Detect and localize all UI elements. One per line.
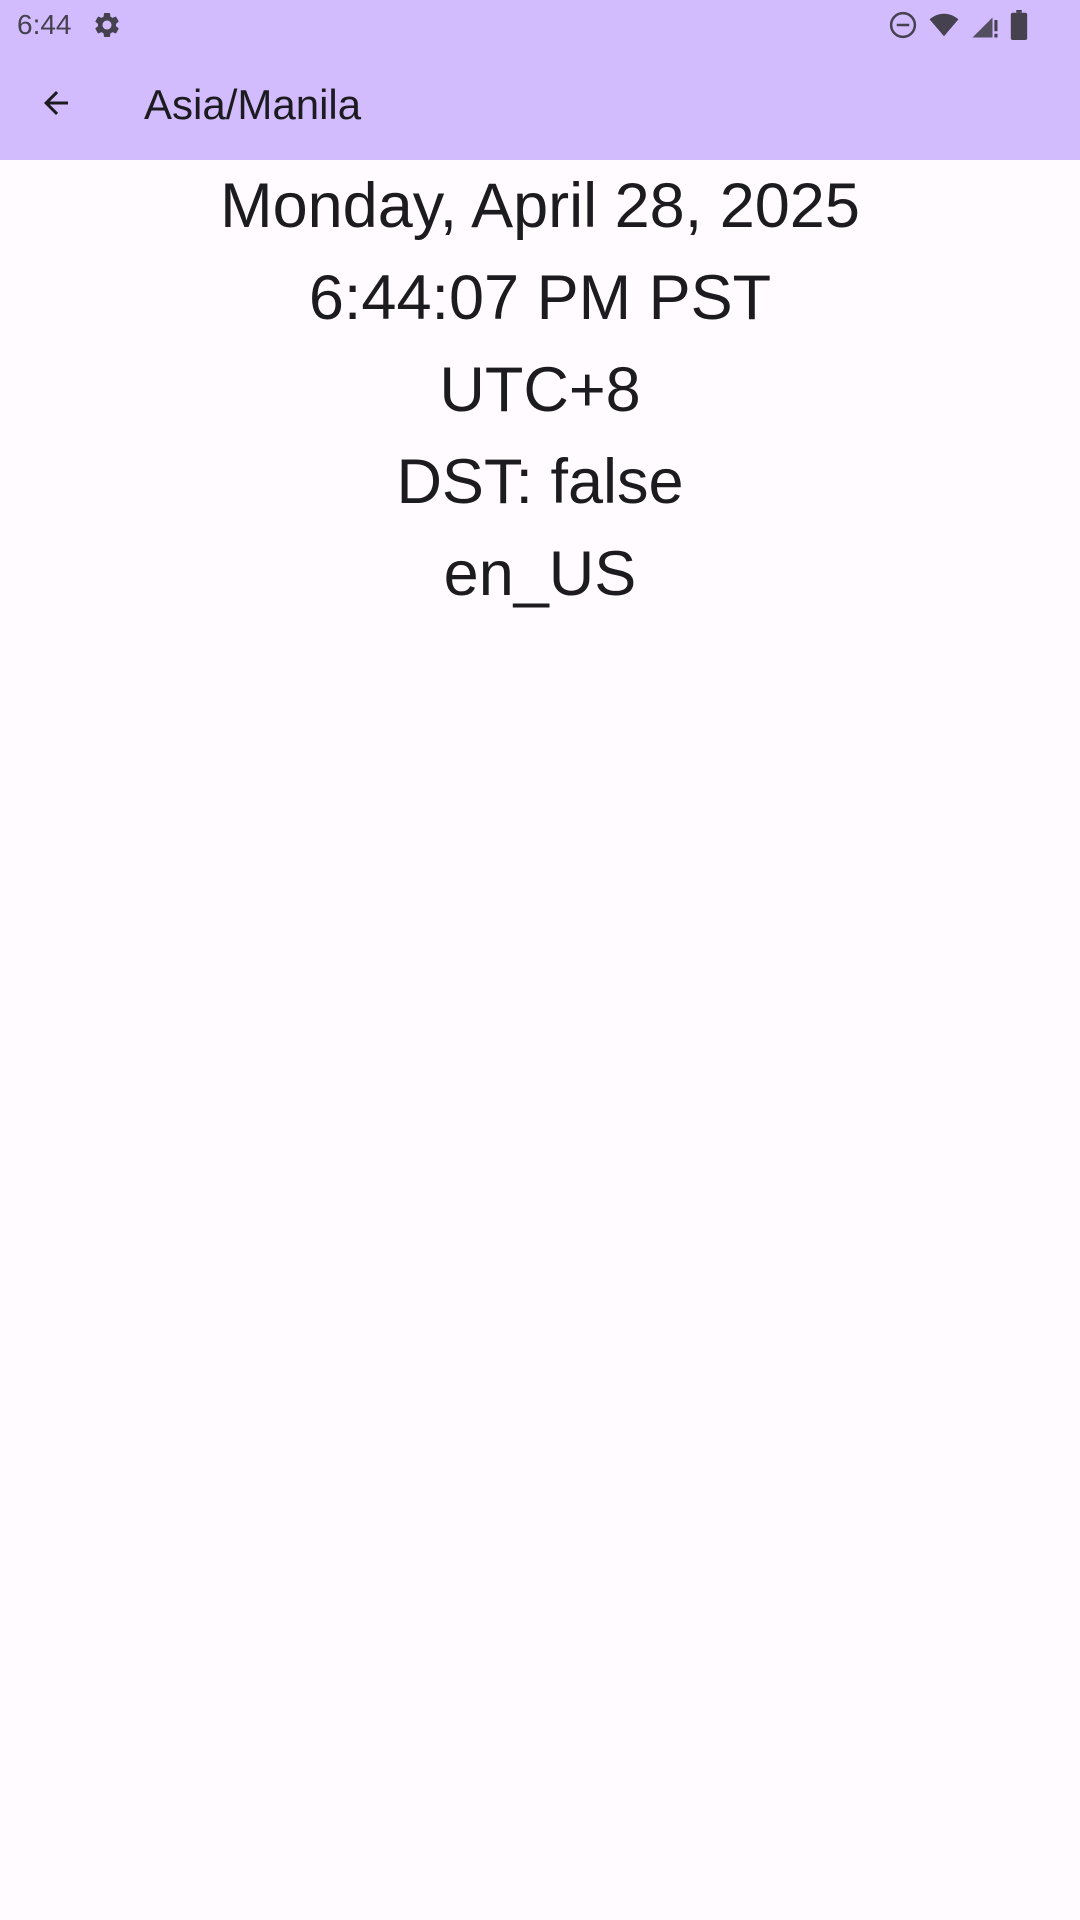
app-bar: Asia/Manila [0,50,1080,160]
timezone-details: Monday, April 28, 2025 6:44:07 PM PST UT… [0,160,1080,620]
status-bar: 6:44 [0,0,1080,50]
gear-icon [92,10,122,40]
utc-offset-text: UTC+8 [439,355,641,425]
dst-text: DST: false [396,447,684,517]
time-text: 6:44:07 PM PST [308,263,772,333]
status-time: 6:44 [17,9,72,40]
status-icons [888,8,1028,42]
locale-text: en_US [443,539,637,609]
header: 6:44 Asia/Manila [0,0,1080,160]
do-not-disturb-icon [888,10,918,40]
date-text: Monday, April 28, 2025 [220,171,860,241]
wifi-icon [928,10,960,40]
cell-signal-icon [970,10,1000,40]
page-title: Asia/Manila [144,81,362,128]
back-button[interactable] [28,77,84,133]
arrow-back-icon [38,85,74,126]
battery-icon [1010,10,1028,40]
